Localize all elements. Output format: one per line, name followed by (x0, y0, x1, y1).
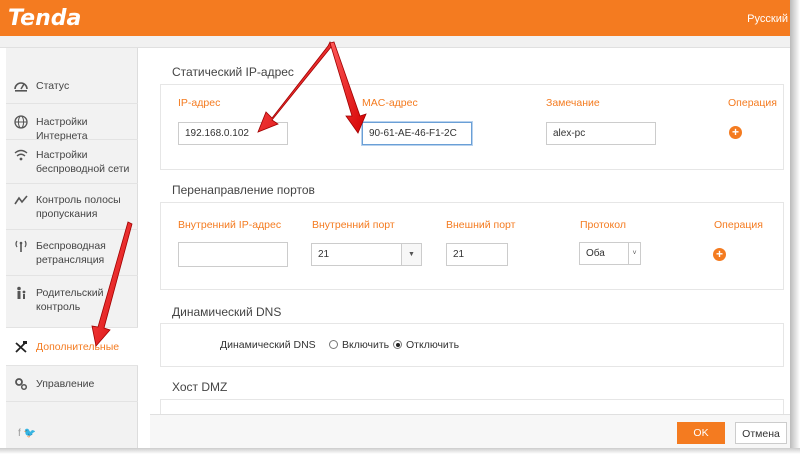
static-ip-title: Статический IP-адрес (172, 65, 294, 79)
header-external-port: Внешний порт (446, 219, 516, 231)
globe-icon (14, 115, 28, 129)
protocol-select[interactable]: Оба ˅ (579, 242, 641, 265)
dashboard-icon (14, 79, 28, 93)
screenshot-shadow-right (790, 0, 800, 454)
internal-port-select[interactable]: 21 ▼ (311, 243, 422, 266)
header-mac: MAC-адрес (362, 97, 418, 109)
header-note: Замечание (546, 97, 600, 109)
wifi-icon (14, 148, 28, 162)
header-internal-port: Внутренний порт (312, 219, 395, 231)
dmz-title: Хост DMZ (172, 380, 228, 394)
ddns-label: Динамический DNS (220, 339, 316, 351)
ok-button[interactable]: OK (677, 422, 725, 444)
sidebar-item-label: Настройки Интернета (36, 116, 88, 142)
chevron-down-icon[interactable]: ˅ (628, 243, 640, 264)
header-ip: IP-адрес (178, 97, 221, 109)
port-forward-title: Перенаправление портов (172, 183, 315, 197)
external-port-input[interactable] (446, 243, 508, 266)
gear-icon (14, 377, 28, 391)
ddns-disable-option[interactable]: Отключить (393, 339, 459, 351)
internal-port-value: 21 (318, 249, 330, 260)
ip-address-input[interactable] (178, 122, 288, 145)
add-port-forward-button[interactable]: + (713, 248, 726, 261)
sidebar-item-management[interactable]: Управление (6, 366, 138, 402)
sidebar-item-label: Беспроводная ретрансляция (36, 240, 106, 266)
sidebar-item-status[interactable]: Статус (6, 68, 138, 104)
top-bar: Tenda Русский (0, 0, 790, 36)
sidebar: Статус Настройки Интернета Настройки бес… (6, 48, 138, 448)
sidebar-item-bandwidth[interactable]: Контроль полосы пропускания (6, 184, 138, 230)
ddns-enable-label: Включить (342, 339, 390, 351)
sidebar-item-internet[interactable]: Настройки Интернета (6, 104, 138, 142)
note-input[interactable] (546, 122, 656, 145)
sidebar-item-label: Родительский контроль (36, 287, 104, 313)
parental-icon (14, 286, 28, 300)
social-links[interactable]: f 🐦 (18, 428, 36, 439)
header-protocol: Протокол (580, 219, 626, 231)
radio-enable[interactable] (329, 340, 338, 349)
sidebar-item-label: Дополнительные (36, 341, 120, 353)
internal-ip-input[interactable] (178, 242, 288, 267)
header-internal-ip: Внутренний IP-адрес (178, 219, 282, 231)
header-operation-ports: Операция (714, 219, 763, 231)
bandwidth-icon (14, 193, 28, 207)
sub-bar (0, 36, 790, 48)
radio-disable[interactable] (393, 340, 402, 349)
sidebar-item-parental[interactable]: Родительский контроль (6, 276, 138, 328)
sidebar-item-label: Настройки беспроводной сети (36, 149, 130, 175)
sidebar-item-advanced[interactable]: Дополнительные (6, 328, 138, 366)
cancel-button[interactable]: Отмена (735, 422, 787, 444)
ddns-disable-label: Отключить (406, 339, 460, 351)
sidebar-item-label: Управление (36, 378, 95, 390)
ddns-title: Динамический DNS (172, 305, 282, 319)
sidebar-item-label: Статус (36, 80, 70, 92)
protocol-value: Оба (586, 248, 605, 259)
sidebar-item-label: Контроль полосы пропускания (36, 194, 121, 220)
repeater-icon (14, 239, 28, 253)
header-operation: Операция (728, 97, 777, 109)
tenda-logo: Tenda (8, 6, 82, 31)
add-static-ip-button[interactable]: + (729, 126, 742, 139)
ddns-enable-option[interactable]: Включить (329, 339, 389, 351)
sidebar-item-repeater[interactable]: Беспроводная ретрансляция (6, 230, 138, 276)
mac-address-input[interactable] (362, 122, 472, 145)
tools-icon (14, 340, 28, 354)
language-selector[interactable]: Русский (747, 13, 788, 25)
screenshot-shadow-bottom (0, 448, 800, 454)
chevron-down-icon[interactable]: ▼ (401, 244, 421, 265)
sidebar-item-wireless[interactable]: Настройки беспроводной сети (6, 140, 138, 184)
